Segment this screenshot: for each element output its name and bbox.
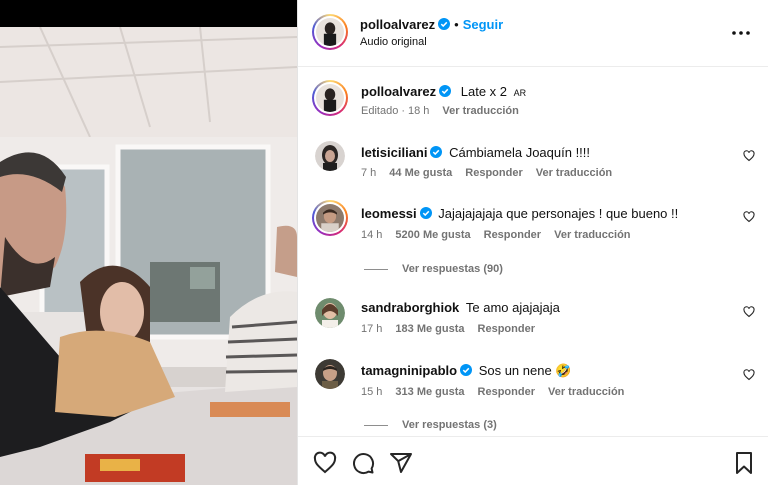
share-icon[interactable]: [389, 451, 413, 475]
comment-username[interactable]: letisiciliani: [361, 145, 427, 160]
caption-translate-link[interactable]: Ver traducción: [442, 105, 518, 117]
audio-label[interactable]: Audio original: [360, 36, 427, 48]
comment-username[interactable]: tamagninipablo: [361, 363, 457, 378]
comment-text: Jajajajajaja que personajes ! que bueno …: [438, 206, 679, 221]
comment-likes[interactable]: 44 Me gusta: [389, 167, 452, 179]
caption-edited: Editado: [361, 105, 399, 117]
comment-text: Sos un nene 🤣: [478, 363, 572, 378]
verified-badge-icon: [419, 207, 432, 219]
author-avatar[interactable]: [312, 14, 348, 50]
caption-text: Late x 2: [460, 84, 508, 99]
separator-dot: •: [454, 17, 459, 32]
translate-link[interactable]: Ver traducción: [554, 229, 630, 241]
comment-icon[interactable]: [351, 451, 375, 475]
comment-likes[interactable]: 313 Me gusta: [395, 386, 464, 398]
comment-likes[interactable]: 183 Me gusta: [395, 323, 464, 335]
caption-time[interactable]: 18 h: [408, 105, 429, 117]
reply-button[interactable]: Responder: [465, 167, 522, 179]
save-icon[interactable]: [732, 451, 756, 475]
reply-button[interactable]: Responder: [478, 386, 535, 398]
view-replies-label[interactable]: Ver respuestas (90): [402, 263, 503, 275]
post-side-panel: polloalvarez • Seguir Audio original pollo…: [297, 0, 768, 485]
verified-badge-icon: [438, 18, 451, 30]
view-replies-link[interactable]: Ver respuestas (90): [364, 263, 503, 275]
comment-likes[interactable]: 5200 Me gusta: [395, 229, 470, 241]
heart-icon[interactable]: [743, 150, 755, 162]
separator-dot: ·: [401, 105, 405, 117]
heart-icon[interactable]: [743, 211, 755, 223]
verified-badge-icon: [439, 85, 452, 97]
verified-badge-icon: [430, 146, 443, 158]
commenter-avatar[interactable]: [315, 141, 345, 171]
post-header: polloalvarez • Seguir Audio original: [298, 0, 768, 67]
translate-link[interactable]: Ver traducción: [536, 167, 612, 179]
comment-username[interactable]: leomessi: [361, 206, 417, 221]
comment-time[interactable]: 15 h: [361, 386, 382, 398]
media-top-bar: [0, 0, 297, 27]
comment-text: Cámbiamela Joaquín !!!!: [449, 145, 591, 160]
video-frame[interactable]: [0, 27, 297, 485]
commenter-avatar[interactable]: [315, 298, 345, 328]
replies-divider: [364, 268, 388, 270]
reply-button[interactable]: Responder: [478, 323, 535, 335]
post-actions-bar: [298, 436, 768, 485]
comment-time[interactable]: 7 h: [361, 167, 376, 179]
comments-feed[interactable]: polloalvarez Late x 2 AR Editado · 18 h Ver…: [298, 68, 768, 436]
comment-text: Te amo ajajajaja: [465, 300, 560, 315]
follow-button[interactable]: Seguir: [463, 17, 503, 32]
view-replies-label[interactable]: Ver respuestas (3): [402, 419, 497, 431]
comment-time[interactable]: 17 h: [361, 323, 382, 335]
reply-button[interactable]: Responder: [484, 229, 541, 241]
heart-icon[interactable]: [313, 451, 337, 475]
post-media[interactable]: [0, 0, 297, 485]
heart-icon[interactable]: [743, 306, 755, 318]
more-options-icon[interactable]: [731, 24, 751, 42]
commenter-avatar[interactable]: [315, 359, 345, 389]
commenter-avatar[interactable]: [312, 200, 348, 236]
verified-badge-icon: [460, 364, 473, 376]
view-replies-link[interactable]: Ver respuestas (3): [364, 419, 497, 431]
caption-username[interactable]: polloalvarez: [361, 84, 436, 99]
caption-country-code: AR: [513, 88, 527, 98]
heart-icon[interactable]: [743, 369, 755, 381]
author-username[interactable]: polloalvarez: [360, 17, 435, 32]
comment-username[interactable]: sandraborghiok: [361, 300, 459, 315]
comment-time[interactable]: 14 h: [361, 229, 382, 241]
caption-avatar[interactable]: [312, 80, 348, 116]
replies-divider: [364, 424, 388, 426]
author-line: polloalvarez • Seguir: [360, 16, 503, 34]
translate-link[interactable]: Ver traducción: [548, 386, 624, 398]
